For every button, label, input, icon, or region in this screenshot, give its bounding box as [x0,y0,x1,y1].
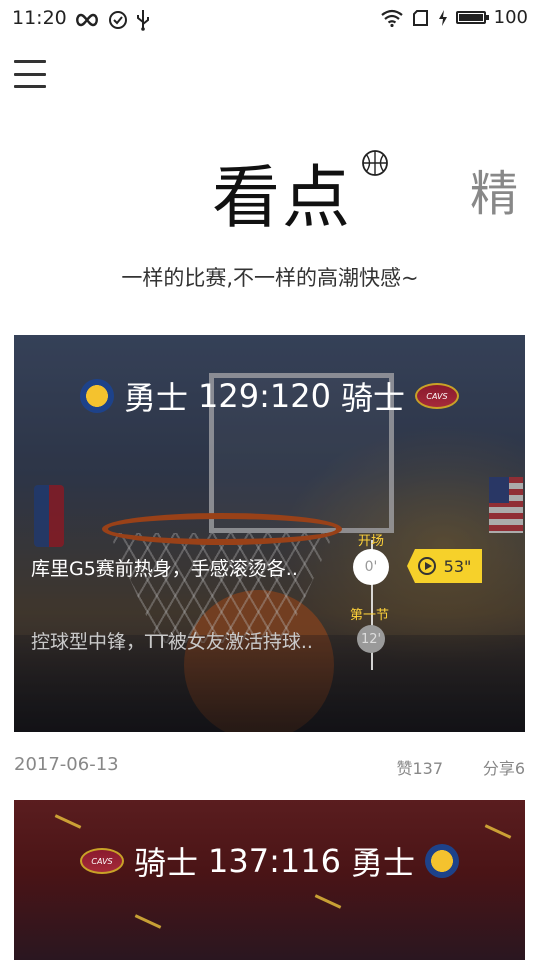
check-circle-icon [109,11,127,29]
team-left: 勇士 [124,379,189,417]
play-button[interactable]: 53" [407,549,482,583]
cavaliers-logo-icon: CAVS [414,383,459,409]
timeline-marker[interactable]: 12' [357,625,385,653]
sim-icon [412,9,428,26]
confetti-graphic [134,914,162,929]
scoreline: CAVS 骑士 137:116 勇士 [14,838,525,884]
warriors-logo-icon [424,844,459,878]
highlight-duration: 53" [443,556,472,576]
status-bar: 11:20 100 [0,0,540,38]
score: 129:120 [198,377,331,415]
score: 137:116 [208,842,341,880]
status-icons-left [74,9,150,31]
battery-icon [455,11,489,24]
highlight-title[interactable]: 控球型中锋，TT被女友激活持球.. [31,627,313,654]
game-card[interactable]: 勇士 129:120 骑士 CAVS 开场 0' 53" 库里G5赛前热身，手感… [14,335,525,732]
like-button[interactable]: 赞137 [396,755,443,779]
confetti-graphic [314,894,342,909]
usb-icon [137,10,149,31]
team-right: 骑士 [340,379,405,417]
scoreline: 勇士 129:120 骑士 CAVS [14,373,525,419]
phase-label: 开场 [358,534,385,549]
tab-next[interactable]: 精 [470,154,518,224]
page-subtitle: 一样的比赛,不一样的高潮快感~ [121,266,419,290]
warriors-logo-icon [80,379,115,413]
team-left: 骑士 [134,844,199,882]
share-button[interactable]: 分享6 [483,755,525,779]
timeline-marker[interactable]: 0' [353,549,389,585]
phase-label: 第一节 [350,608,390,623]
team-right: 勇士 [350,844,415,882]
highlight-title[interactable]: 库里G5赛前热身，手感滚烫各.. [31,554,298,581]
wifi-icon [380,9,403,27]
battery-level: 100 [493,7,528,28]
status-time: 11:20 [12,7,67,29]
cavaliers-logo-icon: CAVS [80,848,125,874]
status-icons-right: 100 [380,7,528,28]
menu-icon[interactable] [14,60,46,88]
tab-kandian[interactable]: 看点 [212,142,352,241]
card-meta: 2017-06-13 赞137 分享6 [14,754,525,778]
charging-icon [438,9,447,26]
post-date: 2017-06-13 [14,754,119,775]
confetti-graphic [54,814,82,829]
infinity-icon [76,13,98,27]
game-card[interactable]: CAVS 骑士 137:116 勇士 [14,800,525,960]
confetti-graphic [484,824,512,839]
basketball-icon [362,150,388,176]
play-icon [417,557,436,575]
